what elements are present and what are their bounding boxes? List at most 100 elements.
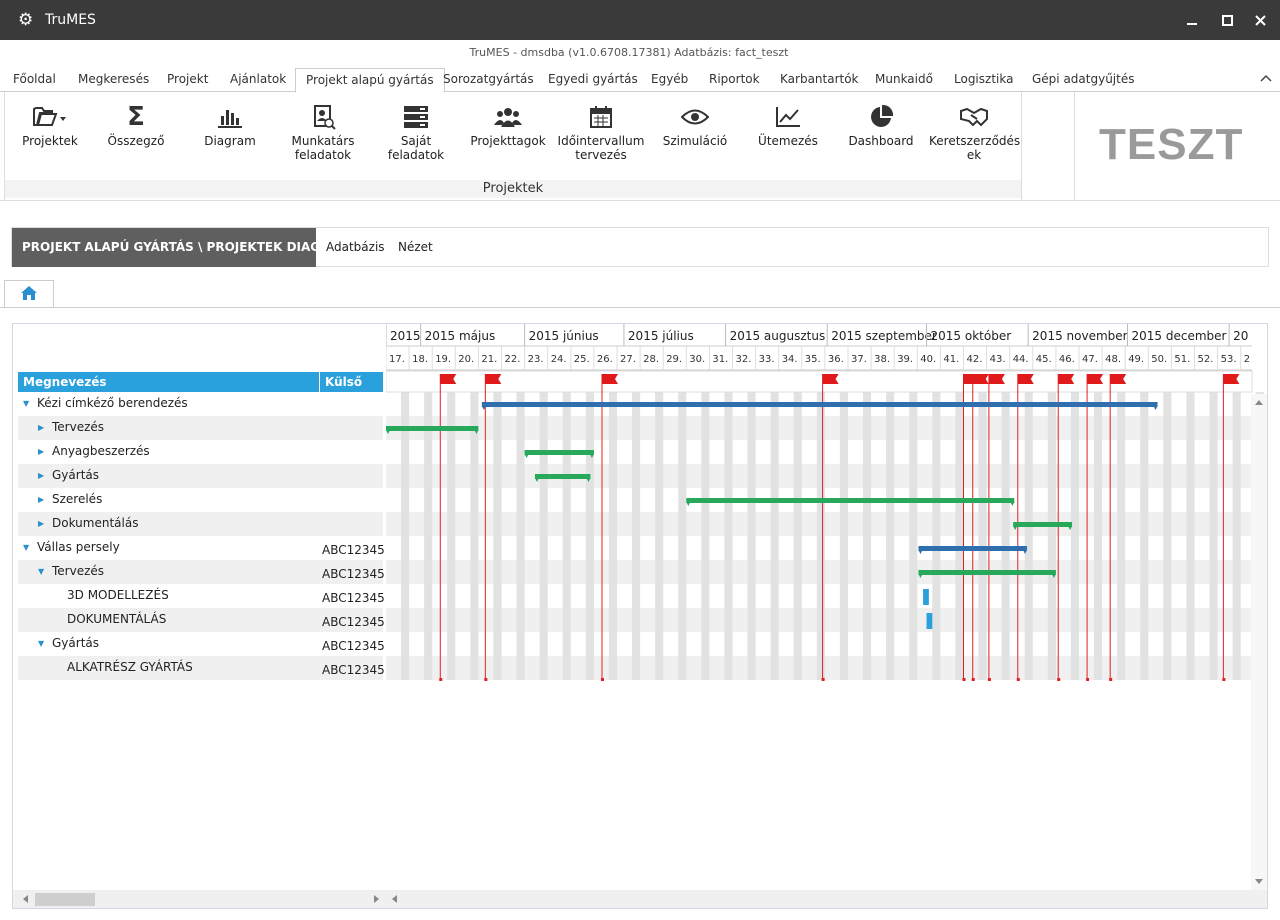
weekend-column xyxy=(1094,392,1103,680)
tab-projekt-alapu-gyartas[interactable]: Projekt alapú gyártás xyxy=(295,68,445,93)
tree-row[interactable]: ▼ Gyártás ABC12345 xyxy=(18,632,385,656)
left-pane-scroll-thumb[interactable] xyxy=(35,893,95,906)
expanded-triangle-icon[interactable]: ▼ xyxy=(23,543,29,552)
week-label: 40. xyxy=(920,354,936,365)
tree-row-name: Vállas persely xyxy=(37,540,120,554)
collapsed-triangle-icon[interactable]: ▶ xyxy=(38,495,44,504)
weekend-column xyxy=(1186,392,1195,680)
weekend-column xyxy=(793,392,802,680)
tree-row[interactable]: ▼ Kézi címkéző berendezés xyxy=(18,392,383,416)
idointervallum-tervezes-button[interactable]: Időintervallum tervezés xyxy=(556,102,646,162)
task-bar[interactable] xyxy=(918,546,1028,551)
task-bar[interactable] xyxy=(1013,522,1073,527)
line-chart-icon xyxy=(743,102,833,132)
milestone-end-marker xyxy=(1016,678,1020,681)
tree-row[interactable]: ▶ Dokumentálás xyxy=(18,512,383,536)
week-label: 47. xyxy=(1082,354,1098,365)
task-block[interactable] xyxy=(923,589,929,605)
col-megnevezes-header[interactable]: Megnevezés xyxy=(23,375,107,389)
dashboard-button[interactable]: Dashboard xyxy=(836,102,926,148)
keretszerzodesek-button[interactable]: Keretszerződés ek xyxy=(929,102,1020,162)
folder-dropdown-icon xyxy=(5,102,95,132)
collapsed-triangle-icon[interactable]: ▶ xyxy=(38,447,44,456)
weekend-column xyxy=(493,392,502,680)
tree-row[interactable]: 3D MODELLEZÉS ABC12345 xyxy=(18,584,385,608)
tab-gepi-adatgyujtes[interactable]: Gépi adatgyűjtés xyxy=(1032,68,1134,92)
tab-karbantartok[interactable]: Karbantartók xyxy=(780,68,859,92)
tree-row-name: Gyártás xyxy=(52,636,99,650)
tree-row[interactable]: ▶ Tervezés xyxy=(18,416,383,440)
adatbazis-link[interactable]: Adatbázis xyxy=(326,240,385,254)
tab-fooldal[interactable]: Főoldal xyxy=(13,68,56,92)
tab-munkaido[interactable]: Munkaidő xyxy=(875,68,933,92)
task-bar[interactable] xyxy=(524,450,594,455)
osszegzo-button[interactable]: Σ Összegző xyxy=(91,102,181,148)
tree-row[interactable]: ▼ Tervezés ABC12345 xyxy=(18,560,385,584)
projekttagok-button[interactable]: Projekttagok xyxy=(463,102,553,148)
week-label: 30. xyxy=(689,354,705,365)
task-bar[interactable] xyxy=(386,426,479,431)
sajat-feladatok-button[interactable]: Saját feladatok xyxy=(371,102,461,162)
tab-megkereses[interactable]: Megkeresés xyxy=(78,68,149,92)
tree-row[interactable]: DOKUMENTÁLÁS ABC12345 xyxy=(18,608,385,632)
munkatars-feladatok-button[interactable]: Munkatárs feladatok xyxy=(278,102,368,162)
idointervallum-tervezes-label: Időintervallum tervezés xyxy=(557,134,645,162)
collapsed-triangle-icon[interactable]: ▶ xyxy=(38,423,44,432)
expanded-triangle-icon[interactable]: ▼ xyxy=(23,399,29,408)
tree-row[interactable]: ▶ Anyagbeszerzés xyxy=(18,440,383,464)
weekend-column xyxy=(816,392,825,680)
task-block[interactable] xyxy=(926,613,933,629)
week-label: 42. xyxy=(967,354,983,365)
gantt-chart: Megnevezés Külső kód ▼ Kézi címkéző bere… xyxy=(12,323,1268,909)
milestone-end-marker xyxy=(484,678,488,681)
szimulacio-button[interactable]: Szimuláció xyxy=(650,102,740,148)
week-label: 24. xyxy=(551,354,567,365)
close-icon[interactable] xyxy=(1248,8,1272,32)
week-label: 46. xyxy=(1059,354,1075,365)
tab-egyedi-gyartas[interactable]: Egyedi gyártás xyxy=(548,68,638,92)
expanded-triangle-icon[interactable]: ▼ xyxy=(38,639,44,648)
week-label: 17. xyxy=(389,354,405,365)
week-label: 41. xyxy=(943,354,959,365)
nezet-link[interactable]: Nézet xyxy=(398,240,433,254)
projektek-button[interactable]: Projektek xyxy=(5,102,95,148)
expanded-triangle-icon[interactable]: ▼ xyxy=(38,567,44,576)
collapsed-triangle-icon[interactable]: ▶ xyxy=(38,471,44,480)
col-kulso-kod-header[interactable]: Külső kód xyxy=(319,372,383,409)
month-label: 2015 október xyxy=(931,329,1012,343)
tab-ajanlatok[interactable]: Ajánlatok xyxy=(230,68,286,92)
weekend-column xyxy=(978,392,987,680)
weekend-column xyxy=(585,392,594,680)
task-bar[interactable] xyxy=(481,402,1158,407)
week-label: 52. xyxy=(1198,354,1214,365)
tab-riportok[interactable]: Riportok xyxy=(709,68,760,92)
tree-row[interactable]: ▶ Gyártás xyxy=(18,464,383,488)
milestone-end-marker xyxy=(1086,678,1090,681)
home-tab[interactable] xyxy=(4,280,54,308)
tree-row[interactable]: ▶ Szerelés xyxy=(18,488,383,512)
weekend-column xyxy=(724,392,733,680)
tab-egyeb[interactable]: Egyéb xyxy=(651,68,688,92)
collapsed-triangle-icon[interactable]: ▶ xyxy=(38,519,44,528)
content-divider xyxy=(0,307,1280,308)
gear-icon[interactable]: ⚙ xyxy=(18,10,33,30)
task-bar[interactable] xyxy=(686,498,1015,503)
utemezes-button[interactable]: Ütemezés xyxy=(743,102,833,148)
diagram-label: Diagram xyxy=(204,134,256,148)
tree-row[interactable]: ALKATRÉSZ GYÁRTÁS ABC12345 xyxy=(18,656,385,680)
breadcrumb: PROJEKT ALAPÚ GYÁRTÁS \ PROJEKTEK DIAGRA… xyxy=(12,228,351,267)
tab-sorozatgyartas[interactable]: Sorozatgyártás xyxy=(443,68,534,92)
tree-row-code: ABC12345 xyxy=(322,543,385,557)
task-bar[interactable] xyxy=(534,474,591,479)
month-label: 2015 június xyxy=(529,329,599,343)
server-list-icon xyxy=(371,102,461,132)
ribbon-collapse-icon[interactable] xyxy=(1260,71,1272,85)
tab-projekt[interactable]: Projekt xyxy=(167,68,208,92)
minimize-icon[interactable] xyxy=(1180,8,1204,32)
maximize-icon[interactable] xyxy=(1215,8,1239,32)
weekend-column xyxy=(401,392,410,680)
diagram-button[interactable]: Diagram xyxy=(185,102,275,148)
task-bar[interactable] xyxy=(918,570,1056,575)
tab-logisztika[interactable]: Logisztika xyxy=(954,68,1013,92)
tree-row[interactable]: ▼ Vállas persely ABC12345 xyxy=(18,536,385,560)
